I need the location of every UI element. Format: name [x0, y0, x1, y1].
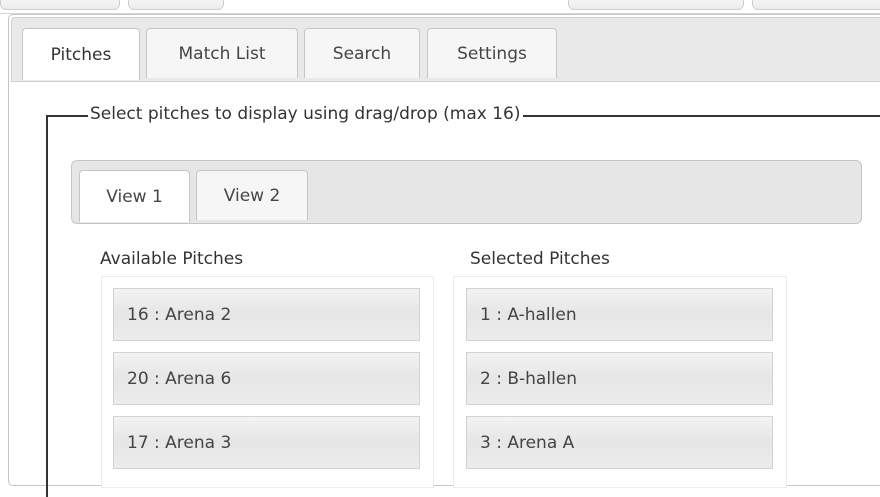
available-pitch-item[interactable]: 20 : Arena 6 — [113, 352, 420, 405]
top-button-2[interactable] — [128, 0, 224, 10]
top-button-3[interactable] — [568, 0, 744, 10]
top-button-4[interactable] — [752, 0, 880, 10]
selected-pitch-item[interactable]: 1 : A-hallen — [466, 288, 773, 341]
selected-pitch-item[interactable]: 2 : B-hallen — [466, 352, 773, 405]
fieldset-legend: Select pitches to display using drag/dro… — [88, 104, 523, 124]
available-pitch-item[interactable]: 16 : Arena 2 — [113, 288, 420, 341]
tab-match-list[interactable]: Match List — [146, 28, 298, 78]
selected-pitch-item[interactable]: 3 : Arena A — [466, 416, 773, 469]
tab-view-1[interactable]: View 1 — [79, 170, 190, 222]
tab-pitches[interactable]: Pitches — [22, 28, 140, 80]
tab-search[interactable]: Search — [304, 28, 420, 78]
available-pitch-item[interactable]: 17 : Arena 3 — [113, 416, 420, 469]
tab-view-2[interactable]: View 2 — [196, 170, 308, 220]
available-pitches-heading: Available Pitches — [100, 249, 244, 269]
top-button-1[interactable] — [0, 0, 120, 10]
selected-pitches-heading: Selected Pitches — [470, 249, 610, 269]
tab-settings[interactable]: Settings — [427, 28, 557, 78]
